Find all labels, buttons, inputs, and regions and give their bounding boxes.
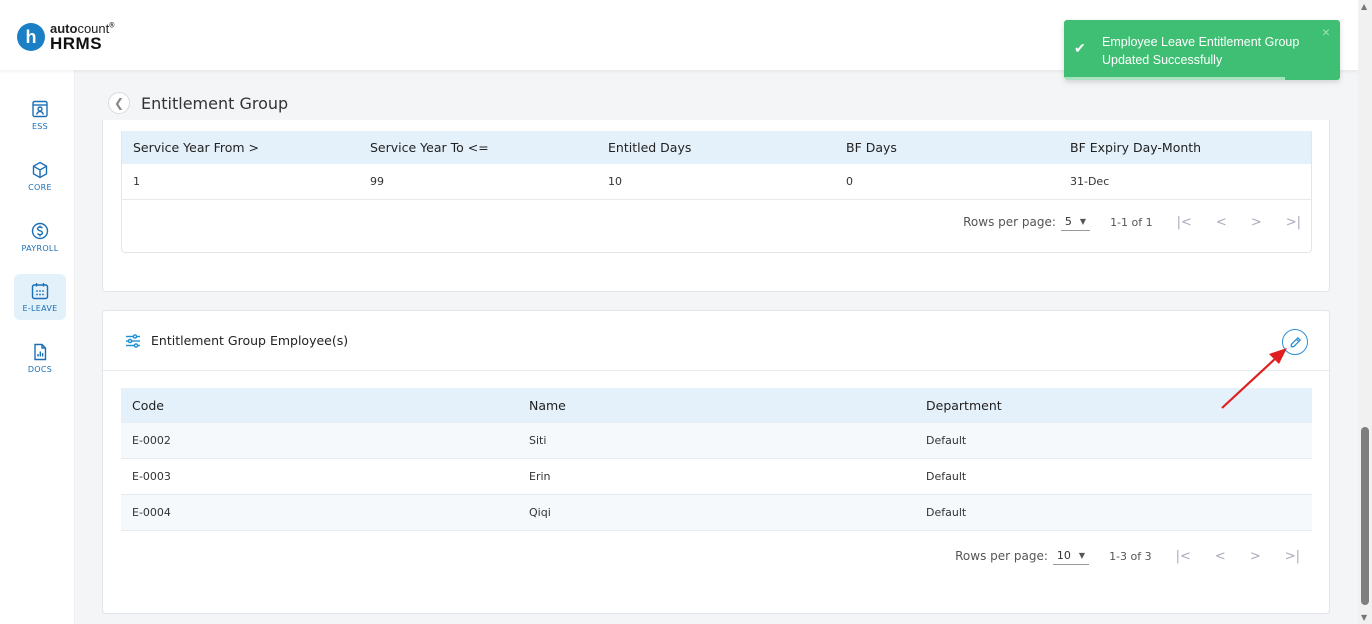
page-range: 1-3 of 3 xyxy=(1109,549,1152,563)
sidebar-item-label: ESS xyxy=(31,122,49,131)
logo-bottom: HRMS xyxy=(50,34,103,53)
rows-per-page-label: Rows per page: xyxy=(963,215,1056,229)
sidebar-item-payroll[interactable]: PAYROLL xyxy=(14,214,66,260)
annotation-arrow xyxy=(1221,348,1287,409)
check-icon: ✔ xyxy=(1074,40,1086,56)
page-scrollbar[interactable]: ▲ ▼ xyxy=(1358,0,1372,624)
rows-per-page-label: Rows per page: xyxy=(955,549,1048,563)
table-row[interactable]: 1 99 10 0 31-Dec xyxy=(122,164,1311,200)
table-cell: 10 xyxy=(608,175,622,188)
sidebar-item-label: PAYROLL xyxy=(21,244,59,253)
sidebar-item-core[interactable]: CORE xyxy=(14,153,66,199)
next-page-icon[interactable]: > xyxy=(1251,215,1262,230)
last-page-icon[interactable]: >| xyxy=(1286,215,1301,230)
column-header[interactable]: Code xyxy=(121,398,518,413)
entitlement-card: Service Year From > Service Year To <= E… xyxy=(102,120,1330,292)
next-page-icon[interactable]: > xyxy=(1250,549,1261,564)
success-toast: ✔ Employee Leave Entitlement Group Updat… xyxy=(1064,20,1340,80)
ess-icon xyxy=(32,100,48,118)
rows-per-page-value: 5 xyxy=(1064,215,1072,228)
rows-per-page-value: 10 xyxy=(1056,549,1071,562)
caret-down-icon: ▼ xyxy=(1078,551,1086,560)
table-row[interactable]: E-0002 Siti Default xyxy=(121,423,1312,459)
app-logo[interactable]: h autocount® HRMS xyxy=(17,22,114,52)
sidebar-item-label: CORE xyxy=(28,183,52,192)
toast-progress-bar xyxy=(1064,77,1285,80)
table-cell: 99 xyxy=(370,175,384,188)
sidebar-item-ess[interactable]: ESS xyxy=(14,92,66,138)
payroll-icon xyxy=(31,222,49,240)
table-cell: Siti xyxy=(529,434,547,447)
column-header[interactable]: Name xyxy=(518,398,915,413)
close-icon[interactable]: × xyxy=(1322,24,1330,40)
table-cell: 31-Dec xyxy=(1070,175,1110,188)
caret-down-icon: ▼ xyxy=(1079,217,1087,226)
logo-mark: h xyxy=(17,23,45,51)
entitlement-table: Service Year From > Service Year To <= E… xyxy=(121,131,1312,253)
table-cell: Default xyxy=(926,470,967,483)
sidebar-item-docs[interactable]: DOCS xyxy=(14,335,66,381)
column-header[interactable]: Service Year From > xyxy=(122,140,359,155)
sidebar-item-e-leave[interactable]: E-LEAVE xyxy=(14,274,66,320)
employees-card: Entitlement Group Employee(s) Code Name … xyxy=(102,310,1330,614)
column-header[interactable]: BF Days xyxy=(835,140,1059,155)
table-cell: Default xyxy=(926,434,967,447)
page-range: 1-1 of 1 xyxy=(1110,215,1153,229)
table-header: Service Year From > Service Year To <= E… xyxy=(122,131,1311,164)
logo-wordmark: autocount® HRMS xyxy=(50,22,114,52)
table-cell: E-0003 xyxy=(132,470,171,483)
prev-page-icon[interactable]: < xyxy=(1215,549,1226,564)
back-button[interactable]: ❮ xyxy=(108,92,130,114)
rows-per-page-select[interactable]: 5 ▼ xyxy=(1060,213,1091,231)
pagination: Rows per page: 5 ▼ 1-1 of 1 |< < > >| xyxy=(963,213,1301,231)
first-page-icon[interactable]: |< xyxy=(1177,215,1192,230)
table-cell: 0 xyxy=(846,175,853,188)
logo-trademark: ® xyxy=(109,22,115,30)
section-header: Entitlement Group Employee(s) xyxy=(125,333,348,348)
docs-icon xyxy=(34,343,47,361)
employees-table: Code Name Department E-0002 Siti Default… xyxy=(121,388,1312,531)
table-cell: Qiqi xyxy=(529,506,551,519)
pagination: Rows per page: 10 ▼ 1-3 of 3 |< < > >| xyxy=(955,547,1300,565)
column-header[interactable]: Entitled Days xyxy=(597,140,835,155)
table-row[interactable]: E-0004 Qiqi Default xyxy=(121,495,1312,531)
scroll-thumb[interactable] xyxy=(1361,427,1369,605)
table-row[interactable]: E-0003 Erin Default xyxy=(121,459,1312,495)
section-title: Entitlement Group Employee(s) xyxy=(151,333,349,348)
last-page-icon[interactable]: >| xyxy=(1285,549,1300,564)
column-header[interactable]: Service Year To <= xyxy=(359,140,597,155)
section-divider xyxy=(103,370,1329,371)
chevron-left-icon: ❮ xyxy=(113,96,125,110)
table-cell: Default xyxy=(926,506,967,519)
main-content: ❮ Entitlement Group Service Year From > … xyxy=(75,70,1358,624)
scroll-up-icon[interactable]: ▲ xyxy=(1361,2,1367,11)
sliders-icon xyxy=(126,333,140,348)
calendar-icon xyxy=(31,283,49,300)
toast-message: Employee Leave Entitlement Group Updated… xyxy=(1102,35,1300,67)
first-page-icon[interactable]: |< xyxy=(1176,549,1191,564)
sidebar-item-label: E-LEAVE xyxy=(22,304,58,313)
table-header: Code Name Department xyxy=(121,388,1312,423)
sidebar: ESS CORE PAYROLL E-LEAVE DOCS xyxy=(0,70,75,624)
page-title: Entitlement Group xyxy=(141,93,289,113)
table-cell: E-0002 xyxy=(132,434,171,447)
page-header: ❮ Entitlement Group xyxy=(108,92,288,114)
scroll-down-icon[interactable]: ▼ xyxy=(1361,613,1367,622)
column-header[interactable]: BF Expiry Day-Month xyxy=(1059,140,1309,155)
prev-page-icon[interactable]: < xyxy=(1216,215,1227,230)
table-cell: 1 xyxy=(133,175,140,188)
core-icon xyxy=(32,161,48,179)
rows-per-page-select[interactable]: 10 ▼ xyxy=(1052,547,1090,565)
sidebar-item-label: DOCS xyxy=(27,365,53,374)
table-cell: E-0004 xyxy=(132,506,171,519)
table-cell: Erin xyxy=(529,470,551,483)
